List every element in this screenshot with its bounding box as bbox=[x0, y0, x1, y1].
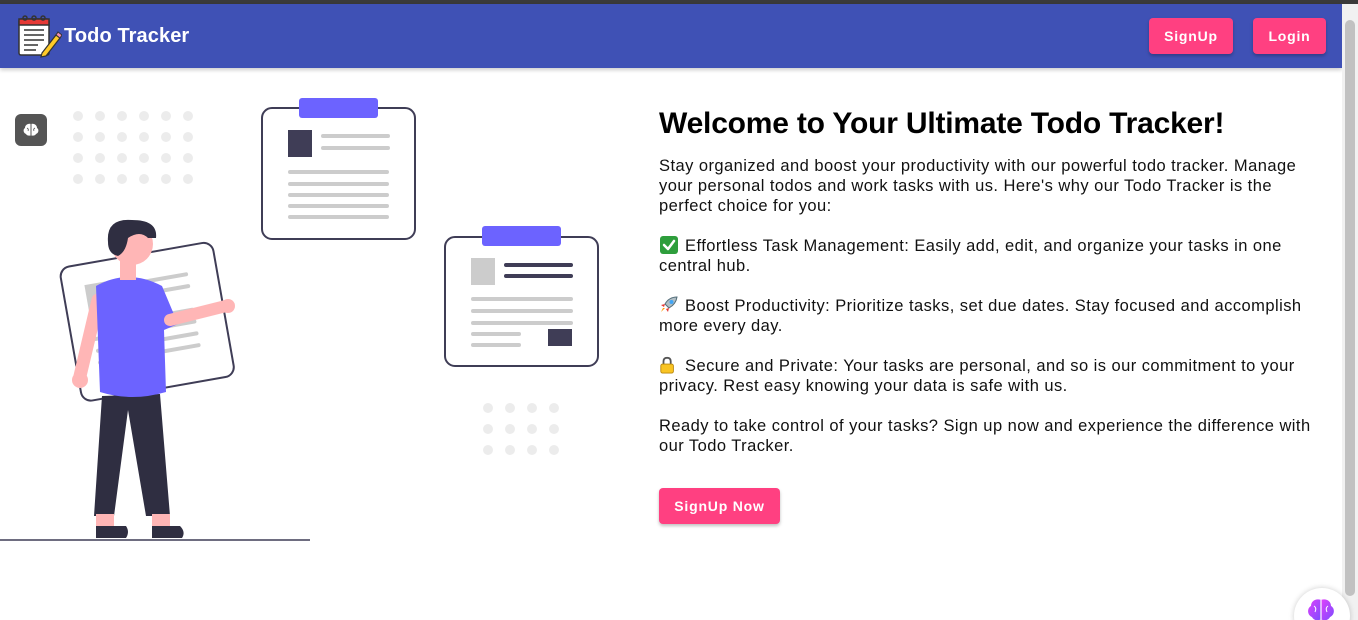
clipboard-card-right bbox=[444, 226, 599, 367]
signup-button[interactable]: SignUp bbox=[1149, 18, 1233, 54]
signup-now-button[interactable]: SignUp Now bbox=[659, 488, 780, 524]
hero-outro: Ready to take control of your tasks? Sig… bbox=[659, 417, 1311, 455]
lock-icon bbox=[660, 356, 674, 374]
hero-title: Welcome to Your Ultimate Todo Tracker! bbox=[659, 107, 1225, 140]
scrollbar-thumb[interactable] bbox=[1345, 20, 1355, 596]
dot-grid-top bbox=[73, 111, 193, 184]
brain-icon bbox=[1308, 599, 1334, 620]
clipboard-card-top bbox=[261, 98, 416, 240]
feature-text: Boost Productivity: Prioritize tasks, se… bbox=[659, 297, 1302, 335]
check-mark-icon bbox=[660, 236, 678, 254]
rocket-icon bbox=[661, 296, 678, 312]
feature-item-productivity: Boost Productivity: Prioritize tasks, se… bbox=[659, 296, 1319, 336]
navbar: Todo Tracker SignUp Login bbox=[0, 4, 1342, 68]
feature-item-secure: Secure and Private: Your tasks are perso… bbox=[659, 356, 1319, 396]
feature-text: Secure and Private: Your tasks are perso… bbox=[659, 357, 1295, 395]
hero-illustration bbox=[0, 98, 599, 541]
notepad-pencil-icon bbox=[18, 15, 62, 58]
login-button[interactable]: Login bbox=[1253, 18, 1326, 54]
dot-grid-bottom bbox=[483, 403, 559, 455]
hero-intro: Stay organized and boost your productivi… bbox=[659, 157, 1297, 215]
hero-section: Welcome to Your Ultimate Todo Tracker! S… bbox=[659, 106, 1319, 476]
brand-title: Todo Tracker bbox=[64, 24, 190, 47]
feature-text: Effortless Task Management: Easily add, … bbox=[659, 237, 1282, 275]
brand[interactable]: Todo Tracker bbox=[16, 8, 189, 64]
vertical-scrollbar[interactable] bbox=[1342, 4, 1358, 620]
feature-item-task-management: Effortless Task Management: Easily add, … bbox=[659, 236, 1319, 276]
